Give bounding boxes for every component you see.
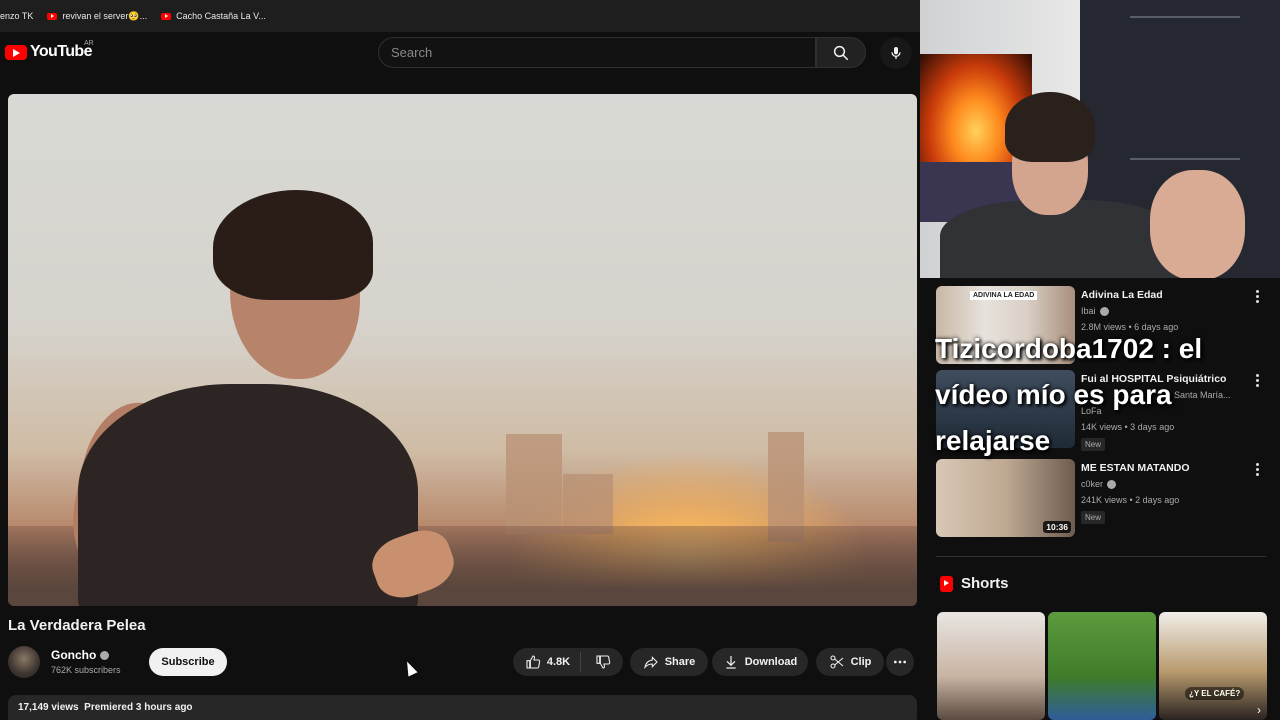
youtube-icon	[47, 12, 58, 20]
search-button[interactable]	[816, 37, 866, 68]
door-panel-line	[1130, 158, 1240, 160]
share-icon	[643, 656, 658, 670]
short-item[interactable]	[937, 612, 1045, 720]
bookmarks-bar: enzo TK revivan el server🥺... Cacho Cast…	[0, 0, 920, 32]
video-player[interactable]	[8, 94, 917, 606]
premiere-time: Premiered 3 hours ago	[84, 702, 193, 713]
runner-body	[78, 384, 418, 606]
bookmark-item[interactable]: revivan el server🥺...	[47, 11, 147, 22]
more-horizontal-icon	[894, 660, 906, 664]
dislike-button[interactable]	[587, 654, 611, 670]
youtube-play-icon	[5, 44, 27, 60]
divider	[936, 556, 1266, 557]
short-item[interactable]: ¿Y EL CAFÉ?	[1159, 612, 1267, 720]
streamer-hair	[1005, 92, 1095, 162]
download-icon	[726, 656, 736, 669]
verified-icon	[1099, 306, 1109, 316]
voice-search-button[interactable]	[880, 37, 912, 69]
short-caption: ¿Y EL CAFÉ?	[1185, 687, 1245, 700]
recommendation-title: Adivina La Edad	[1081, 289, 1163, 301]
shorts-icon	[940, 575, 953, 592]
new-badge: New	[1081, 511, 1106, 524]
video-title: La Verdadera Pelea	[8, 617, 146, 634]
more-vertical-icon[interactable]	[1256, 463, 1260, 477]
more-actions-button[interactable]	[886, 648, 914, 676]
view-count: 17,149 views	[18, 702, 79, 713]
thumbnail-text: ADIVINA LA EDAD	[970, 291, 1038, 300]
shorts-heading: Shorts	[961, 575, 1009, 592]
chevron-right-icon[interactable]: ›	[1257, 703, 1271, 717]
channel-name[interactable]: Goncho	[51, 648, 110, 662]
masthead: YouTube AR Search	[0, 32, 920, 76]
description-box[interactable]: 17,149 views Premiered 3 hours ago	[8, 695, 917, 720]
channel-avatar[interactable]	[8, 646, 40, 678]
short-item[interactable]	[1048, 612, 1156, 720]
view-stats: 17,149 views Premiered 3 hours ago	[18, 702, 193, 713]
shorts-header: Shorts	[940, 575, 1009, 592]
bookmark-item[interactable]: Cacho Castaña La V...	[161, 11, 266, 21]
microphone-icon	[891, 47, 901, 59]
share-label: Share	[664, 656, 696, 668]
bookmark-label: revivan el server🥺...	[62, 10, 148, 21]
youtube-icon	[161, 12, 172, 20]
like-dislike-group: 4.8K	[513, 648, 623, 676]
search-icon	[833, 45, 849, 60]
download-label: Download	[744, 656, 798, 668]
search-input[interactable]: Search	[378, 37, 816, 68]
streamer-hands	[1150, 170, 1245, 280]
clip-button[interactable]: Clip	[816, 648, 884, 676]
chat-message-overlay: Tizicordoba1702 : el vídeo mío es para r…	[935, 333, 1203, 456]
like-button[interactable]: 4.8K	[525, 652, 582, 672]
channel-name-text: Goncho	[51, 648, 97, 662]
logo-text: YouTube	[30, 43, 92, 60]
subscriber-count: 762K subscribers	[51, 665, 121, 675]
share-button[interactable]: Share	[630, 648, 708, 676]
background-building	[563, 474, 613, 534]
recommendation-meta: 241K views • 2 days ago	[1081, 495, 1180, 505]
verified-icon	[1107, 479, 1117, 489]
background-building	[506, 434, 562, 534]
screen: enzo TK revivan el server🥺... Cacho Cast…	[0, 0, 1280, 720]
recommendation-channel: Ibai	[1081, 306, 1109, 316]
channel-row: Goncho 762K subscribers Subscribe 4.8K S…	[8, 646, 918, 680]
clip-label: Clip	[850, 656, 872, 668]
channel-text: Ibai	[1081, 306, 1096, 316]
more-vertical-icon[interactable]	[1256, 374, 1260, 388]
scissors-icon	[830, 655, 843, 669]
runner-hair	[213, 190, 373, 300]
youtube-logo[interactable]: YouTube	[5, 43, 92, 61]
door-panel-line	[1130, 16, 1240, 18]
bookmark-label: Cacho Castaña La V...	[176, 11, 266, 21]
video-duration: 10:36	[1043, 521, 1071, 533]
recommendation-item[interactable]: 10:36 ME ESTAN MATANDO c0ker 241K views …	[936, 459, 1266, 541]
subscribe-button[interactable]: Subscribe	[149, 648, 227, 676]
search-placeholder: Search	[391, 45, 433, 60]
like-count: 4.8K	[546, 656, 571, 668]
recommendation-channel: c0ker	[1081, 479, 1117, 489]
channel-text: c0ker	[1081, 479, 1104, 489]
more-vertical-icon[interactable]	[1256, 290, 1260, 304]
bookmark-label: enzo TK	[0, 11, 34, 21]
thumbs-up-icon	[526, 655, 541, 669]
thumbs-down-icon	[596, 655, 611, 669]
video-thumbnail[interactable]: 10:36	[936, 459, 1075, 537]
verified-icon	[100, 650, 110, 660]
download-button[interactable]: Download	[712, 648, 808, 676]
bookmark-item[interactable]: enzo TK	[0, 11, 33, 21]
region-code: AR	[84, 40, 94, 47]
